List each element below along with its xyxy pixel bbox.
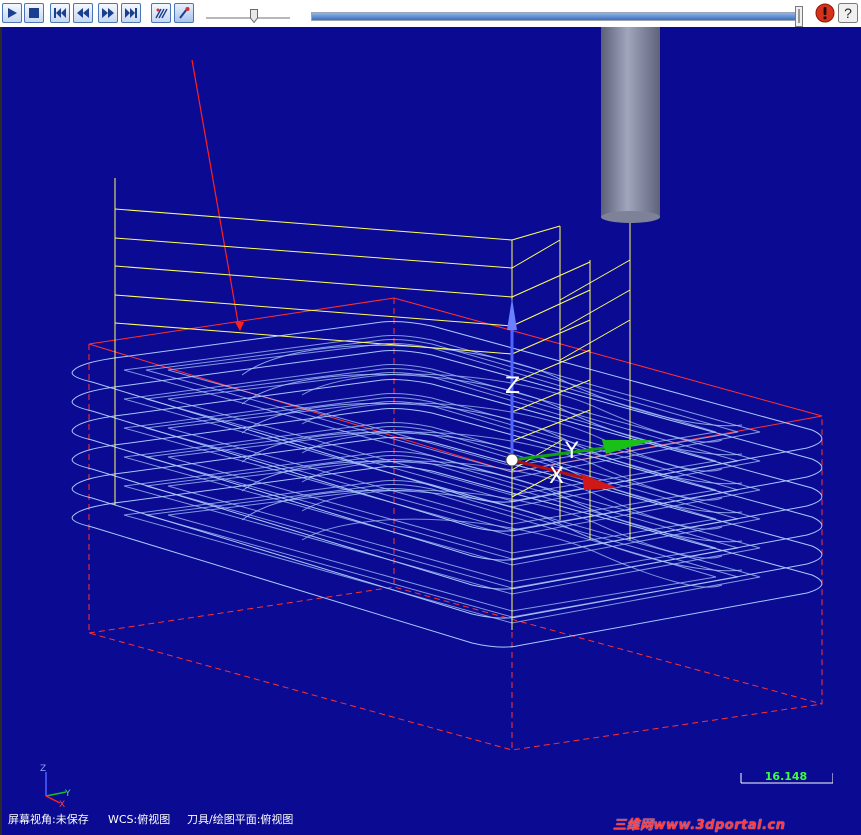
progress-end-marker[interactable] — [795, 6, 803, 27]
tool-plane-status: 刀具/绘图平面:俯视图 — [187, 813, 294, 826]
play-icon — [8, 8, 17, 18]
plunge-retract-lines — [114, 178, 631, 630]
cutting-tool — [601, 27, 660, 223]
toolpath-offset-contour — [123, 451, 761, 595]
backplot-scene[interactable]: Z Y X Z Y X — [2, 27, 861, 835]
tool-icon — [179, 7, 190, 19]
skip-end-icon — [125, 8, 137, 18]
simulation-progress-bar[interactable] — [311, 12, 800, 21]
exclamation-icon — [823, 7, 827, 20]
z-axis-label: Z — [505, 374, 520, 399]
tool-display-button[interactable] — [174, 3, 194, 23]
scale-value: 16.148 — [764, 770, 808, 783]
toolpath-display-button[interactable] — [151, 3, 171, 23]
speed-slider-thumb[interactable] — [250, 9, 258, 23]
stop-simulation-button[interactable] — [815, 3, 835, 23]
rapid-move-line — [191, 59, 244, 331]
triad-y-label: Y — [64, 789, 71, 799]
triad-z-label: Z — [40, 764, 46, 774]
progress-fill — [312, 13, 799, 20]
fast-forward-icon — [102, 8, 114, 18]
view-orientation-triad: Z Y X — [40, 764, 71, 810]
step-forward-button[interactable] — [98, 3, 118, 23]
toolpath-layers — [71, 321, 823, 648]
step-back-button[interactable] — [73, 3, 93, 23]
screen-view-status: 屏幕视角:未保存 — [8, 813, 89, 826]
go-to-start-button[interactable] — [50, 3, 70, 23]
toolpath-offset-contour — [123, 480, 761, 624]
stop-button[interactable] — [24, 3, 44, 23]
go-to-end-button[interactable] — [121, 3, 141, 23]
simulation-toolbar: ? — [0, 0, 861, 27]
toolpath-icon — [155, 8, 168, 19]
help-button[interactable]: ? — [838, 3, 858, 23]
play-button[interactable] — [2, 3, 22, 23]
site-watermark: 三维网www.3dportal.cn — [613, 818, 786, 833]
x-axis-label: X — [549, 464, 564, 489]
graphics-viewport[interactable]: Z Y X Z Y X 16.148 屏幕视角:未保存 WCS:俯视图 刀具/绘… — [0, 27, 861, 835]
stop-icon — [29, 8, 39, 18]
y-axis-label: Y — [564, 439, 579, 464]
rewind-icon — [77, 8, 89, 18]
wcs-status: WCS:俯视图 — [108, 813, 171, 826]
speed-slider-track[interactable] — [206, 17, 290, 20]
skip-start-icon — [54, 8, 66, 18]
triad-x-label: X — [59, 800, 65, 810]
question-icon: ? — [844, 5, 852, 21]
